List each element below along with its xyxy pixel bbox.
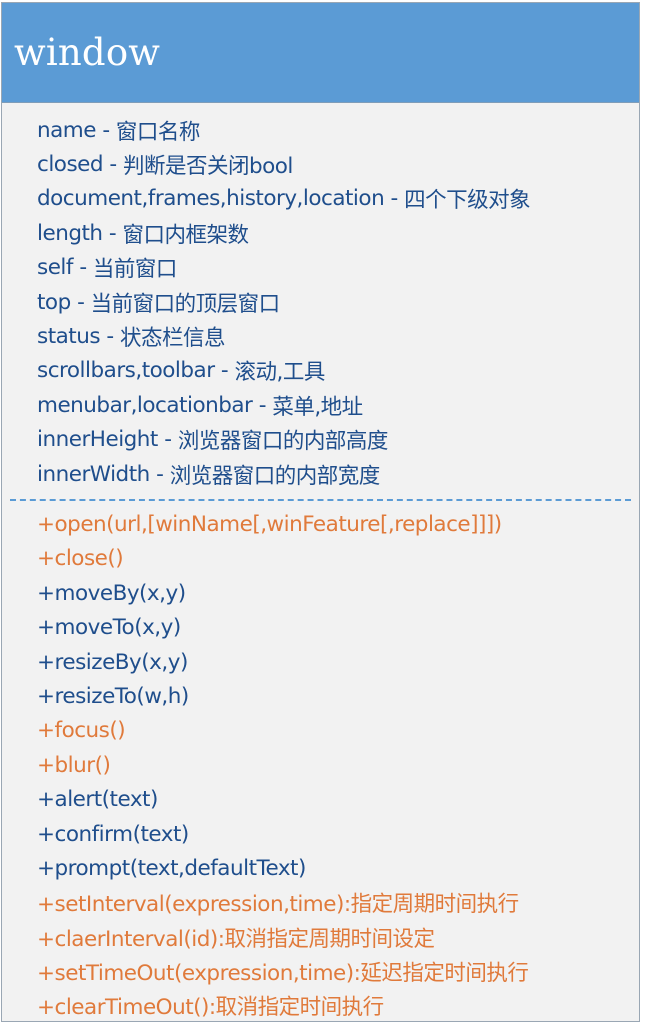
operation-row: +setTimeOut(expression,time):延迟指定时间执行 [37,961,529,987]
attribute-name: scrollbars,toolbar [37,358,215,384]
attribute-name: name [37,117,96,143]
attribute-name: self [37,255,73,281]
attribute-row: innerHeight - 浏览器窗口的内部高度 [37,423,635,457]
attribute-desc: 判断是否关闭bool [122,154,293,180]
attribute-separator: - [100,324,121,350]
operation-row: +confirm(text) [37,821,189,847]
attribute-desc: 当前窗口 [92,257,178,283]
operation-row: +close() [37,546,124,572]
operation-row: +open(url,[winName[,winFeature[,replace]… [37,511,502,537]
operation-row: +clearTimeOut():取消指定时间执行 [37,995,384,1021]
attribute-name: document,frames,history,location [37,186,385,212]
attribute-row: top - 当前窗口的顶层窗口 [37,285,635,319]
section-divider [10,499,631,502]
attribute-name: length [37,220,103,246]
attribute-row: innerWidth - 浏览器窗口的内部宽度 [37,457,635,491]
attributes-section: name - 窗口名称 closed - 判断是否关闭bool document… [2,103,639,491]
uml-class-box: window name - 窗口名称 closed - 判断是否关闭bool d… [1,2,640,1022]
attribute-row: length - 窗口内框架数 [37,216,635,250]
attribute-separator: - [252,392,273,418]
attribute-separator: - [95,117,116,143]
attribute-desc: 滚动,工具 [234,360,326,386]
attribute-separator: - [214,358,235,384]
attribute-desc: 窗口内框架数 [122,222,249,248]
attribute-desc: 浏览器窗口的内部高度 [177,429,389,455]
attribute-separator: - [72,255,93,281]
attribute-separator: - [70,289,91,315]
attribute-desc: 四个下级对象 [404,188,531,214]
class-header: window [2,3,639,103]
class-title: window [14,31,161,74]
attribute-separator: - [102,220,123,246]
attribute-separator: - [384,186,405,212]
attribute-desc: 菜单,地址 [272,394,363,420]
attribute-row: document,frames,history,location - 四个下级对… [37,182,635,216]
attribute-row: self - 当前窗口 [37,251,635,285]
operation-row: +resizeTo(w,h) [37,683,189,709]
attribute-separator: - [149,461,170,487]
attribute-name: menubar,locationbar [37,392,253,418]
attribute-name: top [37,289,71,315]
operation-row: +resizeBy(x,y) [37,649,188,675]
attribute-row: closed - 判断是否关闭bool [37,147,635,181]
operation-row: +claerInterval(id):取消指定周期时间设定 [37,926,435,952]
attribute-desc: 窗口名称 [115,119,201,145]
operation-row: +moveTo(x,y) [37,615,181,641]
operation-row: +alert(text) [37,787,158,813]
operation-row: +focus() [37,718,126,744]
attribute-row: scrollbars,toolbar - 滚动,工具 [37,354,635,388]
attribute-desc: 当前窗口的顶层窗口 [90,291,281,317]
attribute-name: closed [37,152,104,178]
attribute-desc: 浏览器窗口的内部宽度 [169,463,381,489]
attribute-name: innerWidth [37,461,150,487]
attribute-separator: - [157,427,178,453]
operation-row: +setInterval(expression,time):指定周期时间执行 [37,892,519,918]
attribute-separator: - [103,152,123,178]
attribute-row: menubar,locationbar - 菜单,地址 [37,388,635,422]
operation-row: +prompt(text,defaultText) [37,855,306,881]
attribute-name: innerHeight [37,427,158,453]
attribute-row: name - 窗口名称 [37,113,635,147]
operations-section: +open(url,[winName[,winFeature[,replace]… [2,507,639,1021]
operation-row: +blur() [37,752,111,778]
attribute-desc: 状态栏信息 [120,326,226,352]
attribute-name: status [37,324,101,350]
operation-row: +moveBy(x,y) [37,580,186,606]
attribute-row: status - 状态栏信息 [37,319,635,353]
